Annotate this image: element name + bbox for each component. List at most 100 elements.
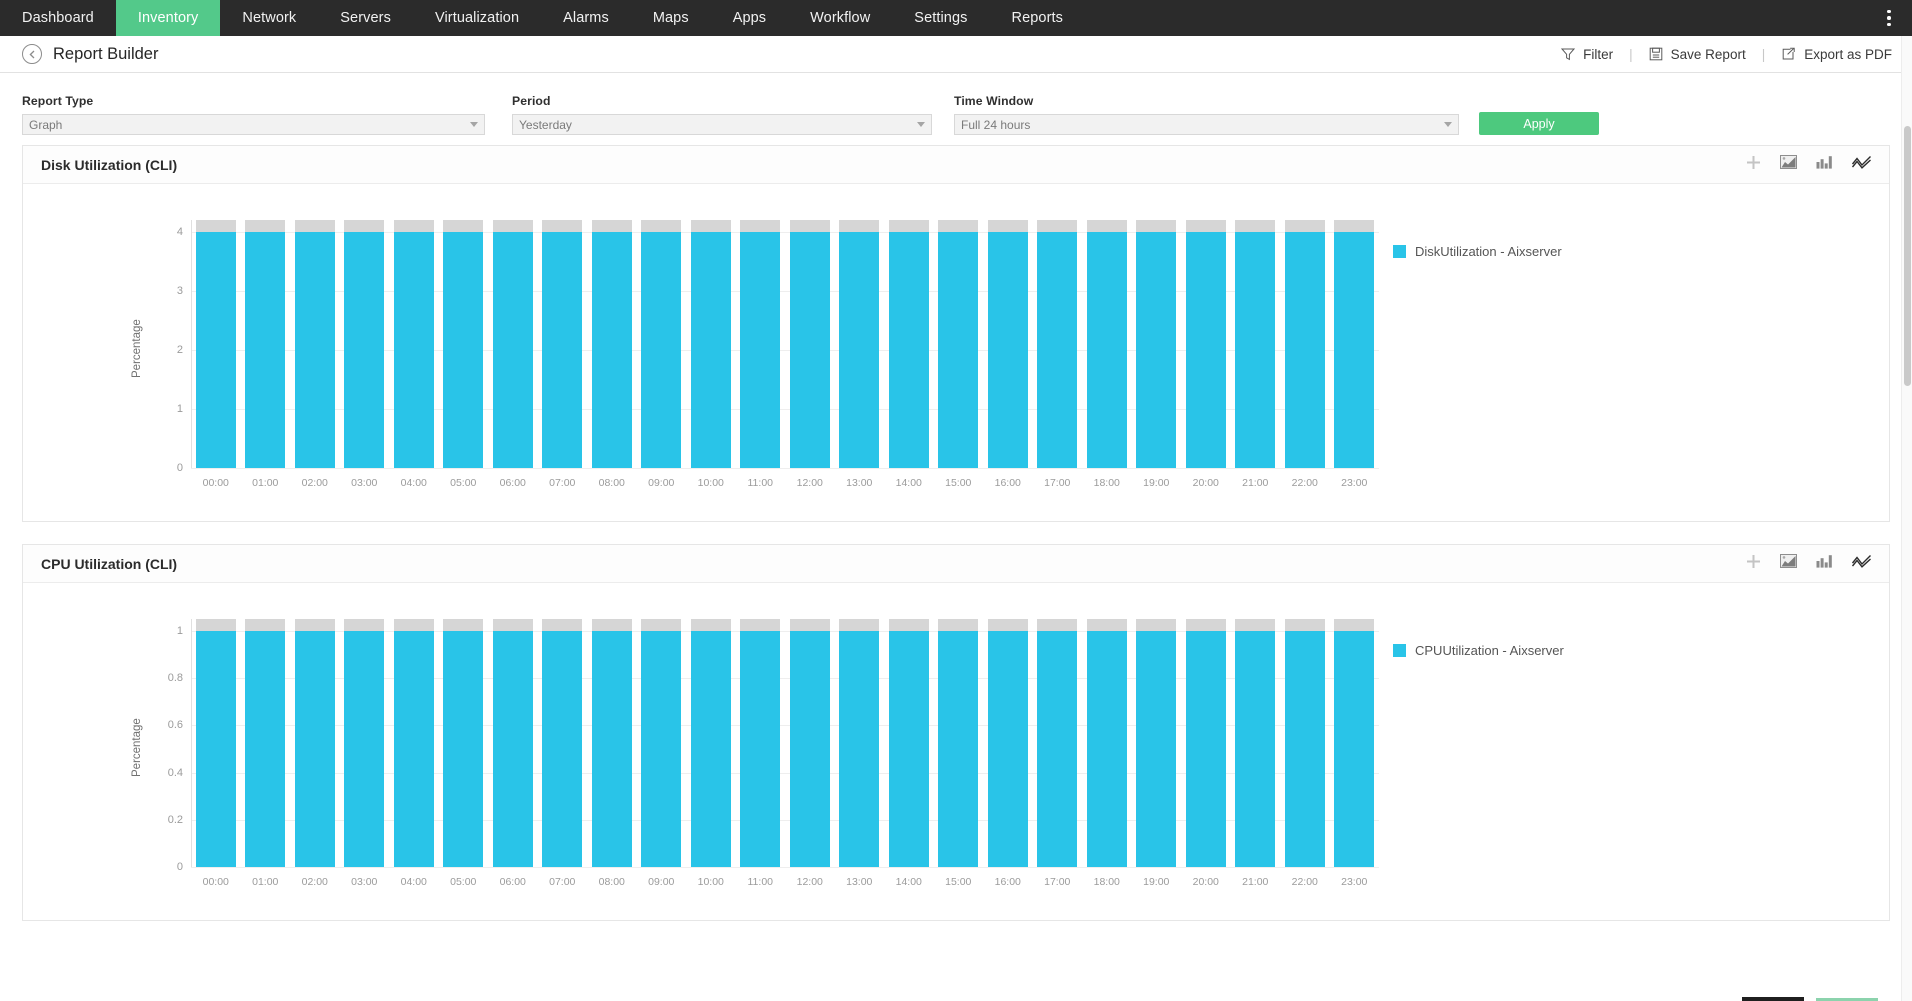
y-axis-tick-label: 0.8 bbox=[145, 672, 183, 684]
bar-segment-value bbox=[790, 631, 830, 867]
more-vertical-icon[interactable] bbox=[1876, 0, 1902, 36]
bar[interactable] bbox=[839, 220, 879, 468]
bar[interactable] bbox=[1087, 619, 1127, 867]
x-axis-tick-label: 07:00 bbox=[549, 477, 575, 489]
legend-item[interactable]: CPUUtilization - Aixserver bbox=[1393, 643, 1564, 658]
bar[interactable] bbox=[493, 619, 533, 867]
bar[interactable] bbox=[443, 619, 483, 867]
apply-button[interactable]: Apply bbox=[1479, 112, 1599, 135]
nav-item-reports[interactable]: Reports bbox=[990, 0, 1085, 36]
chevron-left-circle-icon[interactable] bbox=[22, 44, 42, 64]
nav-item-maps[interactable]: Maps bbox=[631, 0, 711, 36]
bar[interactable] bbox=[542, 220, 582, 468]
bar[interactable] bbox=[245, 619, 285, 867]
line-chart-icon[interactable] bbox=[1852, 155, 1871, 174]
bar[interactable] bbox=[394, 619, 434, 867]
add-icon[interactable] bbox=[1746, 554, 1761, 574]
bar[interactable] bbox=[641, 619, 681, 867]
nav-item-inventory[interactable]: Inventory bbox=[116, 0, 221, 36]
export-as-pdf-button[interactable]: Export as PDF bbox=[1781, 47, 1892, 62]
nav-item-virtualization[interactable]: Virtualization bbox=[413, 0, 541, 36]
bar[interactable] bbox=[344, 619, 384, 867]
export-as-pdf-label: Export as PDF bbox=[1804, 47, 1892, 62]
bar[interactable] bbox=[938, 220, 978, 468]
bar[interactable] bbox=[592, 220, 632, 468]
bar-chart-icon[interactable] bbox=[1816, 155, 1833, 174]
x-axis-tick-label: 16:00 bbox=[995, 876, 1021, 888]
bar[interactable] bbox=[988, 619, 1028, 867]
bar[interactable] bbox=[196, 220, 236, 468]
bar-segment-remaining bbox=[245, 220, 285, 232]
bar[interactable] bbox=[1136, 619, 1176, 867]
x-axis-tick-label: 22:00 bbox=[1292, 876, 1318, 888]
bar[interactable] bbox=[691, 220, 731, 468]
bar[interactable] bbox=[196, 619, 236, 867]
bar[interactable] bbox=[542, 619, 582, 867]
bar[interactable] bbox=[1285, 619, 1325, 867]
bar-segment-remaining bbox=[938, 619, 978, 631]
bar[interactable] bbox=[1037, 220, 1077, 468]
bar[interactable] bbox=[1087, 220, 1127, 468]
legend-item[interactable]: DiskUtilization - Aixserver bbox=[1393, 244, 1562, 259]
page-scrollbar[interactable] bbox=[1901, 36, 1912, 1001]
bar[interactable] bbox=[641, 220, 681, 468]
page-scrollbar-thumb[interactable] bbox=[1904, 126, 1911, 386]
bar[interactable] bbox=[740, 619, 780, 867]
bar[interactable] bbox=[245, 220, 285, 468]
bar[interactable] bbox=[1136, 220, 1176, 468]
time-window-value: Full 24 hours bbox=[961, 118, 1030, 132]
y-axis-tick-label: 0 bbox=[145, 861, 183, 873]
nav-item-servers[interactable]: Servers bbox=[318, 0, 413, 36]
bar[interactable] bbox=[1285, 220, 1325, 468]
chart-panel: CPU Utilization (CLI)Percentage00.20.40.… bbox=[22, 544, 1890, 921]
bar[interactable] bbox=[1334, 619, 1374, 867]
nav-item-dashboard[interactable]: Dashboard bbox=[0, 0, 116, 36]
main-navigation-bar: DashboardInventoryNetworkServersVirtuali… bbox=[0, 0, 1912, 36]
bar[interactable] bbox=[443, 220, 483, 468]
save-report-button[interactable]: Save Report bbox=[1649, 47, 1746, 62]
bar[interactable] bbox=[493, 220, 533, 468]
bar[interactable] bbox=[295, 619, 335, 867]
bar[interactable] bbox=[691, 619, 731, 867]
bar[interactable] bbox=[790, 220, 830, 468]
x-axis-tick-label: 03:00 bbox=[351, 876, 377, 888]
add-icon[interactable] bbox=[1746, 155, 1761, 175]
period-select[interactable]: Yesterday bbox=[512, 114, 932, 135]
bar[interactable] bbox=[394, 220, 434, 468]
area-chart-icon[interactable] bbox=[1780, 155, 1797, 174]
bar[interactable] bbox=[740, 220, 780, 468]
bar[interactable] bbox=[988, 220, 1028, 468]
bar[interactable] bbox=[344, 220, 384, 468]
time-window-select[interactable]: Full 24 hours bbox=[954, 114, 1459, 135]
bar[interactable] bbox=[1334, 220, 1374, 468]
bar[interactable] bbox=[889, 220, 929, 468]
report-type-select[interactable]: Graph bbox=[22, 114, 485, 135]
bar[interactable] bbox=[790, 619, 830, 867]
area-chart-icon[interactable] bbox=[1780, 554, 1797, 573]
nav-item-workflow[interactable]: Workflow bbox=[788, 0, 892, 36]
bar-chart-icon[interactable] bbox=[1816, 554, 1833, 573]
x-axis-tick-label: 01:00 bbox=[252, 876, 278, 888]
bar[interactable] bbox=[295, 220, 335, 468]
bar-segment-remaining bbox=[1186, 220, 1226, 232]
x-axis-tick-label: 14:00 bbox=[896, 477, 922, 489]
line-chart-icon[interactable] bbox=[1852, 554, 1871, 573]
nav-item-settings[interactable]: Settings bbox=[892, 0, 989, 36]
bar[interactable] bbox=[889, 619, 929, 867]
bar-segment-value bbox=[988, 631, 1028, 867]
nav-item-alarms[interactable]: Alarms bbox=[541, 0, 631, 36]
bar[interactable] bbox=[1186, 619, 1226, 867]
bar[interactable] bbox=[938, 619, 978, 867]
bar-segment-value bbox=[1136, 232, 1176, 468]
chart-panel-header: Disk Utilization (CLI) bbox=[23, 146, 1889, 184]
bar[interactable] bbox=[1235, 619, 1275, 867]
nav-item-network[interactable]: Network bbox=[220, 0, 318, 36]
bar[interactable] bbox=[592, 619, 632, 867]
bar[interactable] bbox=[1037, 619, 1077, 867]
bar[interactable] bbox=[1235, 220, 1275, 468]
gridline bbox=[191, 867, 1379, 868]
bar[interactable] bbox=[1186, 220, 1226, 468]
bar[interactable] bbox=[839, 619, 879, 867]
filter-button[interactable]: Filter bbox=[1561, 47, 1613, 62]
nav-item-apps[interactable]: Apps bbox=[711, 0, 788, 36]
